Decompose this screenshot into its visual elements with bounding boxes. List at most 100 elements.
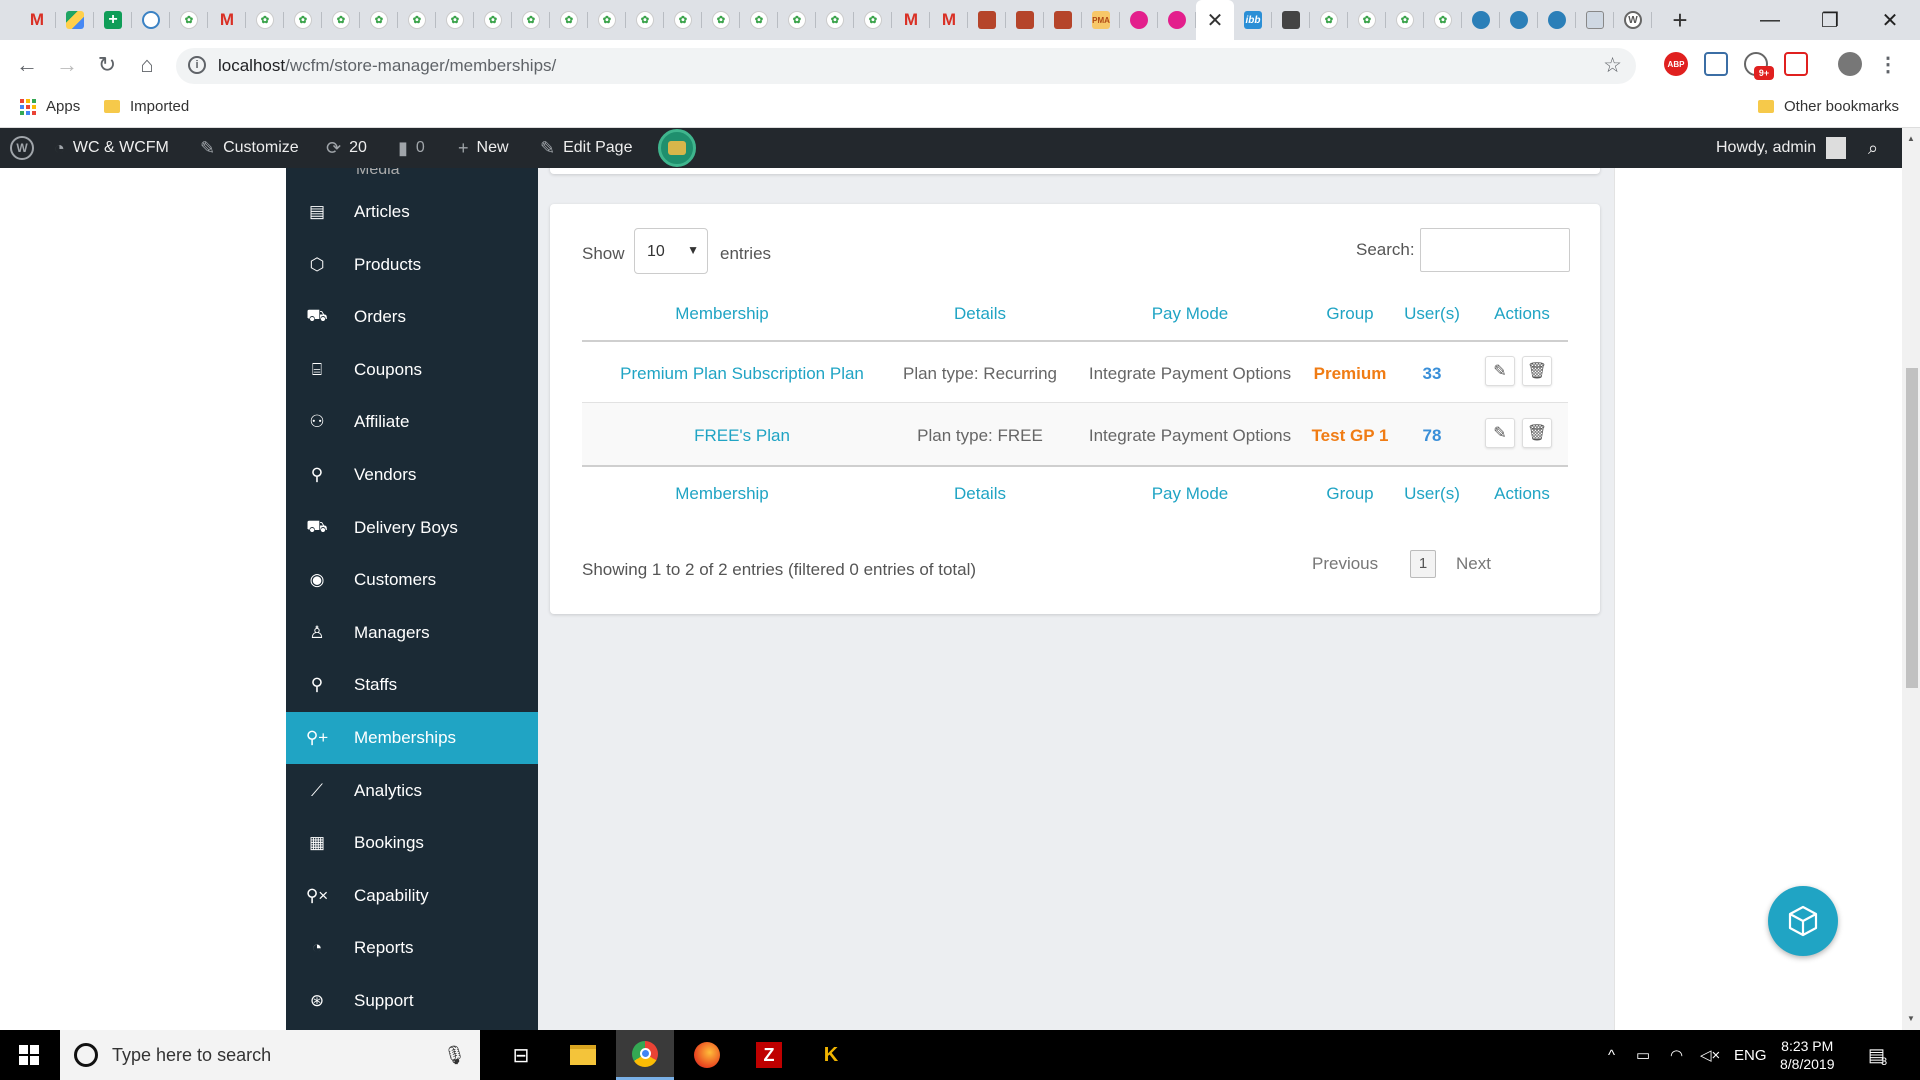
tab-globe[interactable] (1500, 0, 1538, 40)
tab-book[interactable] (1044, 0, 1082, 40)
tab-plant[interactable]: ✿ (664, 0, 702, 40)
sidebar-item-analytics[interactable]: ⟋ Analytics (286, 765, 538, 817)
my-account-menu[interactable]: Howdy, admin (1716, 128, 1847, 168)
new-tab-button[interactable]: + (1660, 0, 1700, 40)
tab-plant[interactable]: ✿ (398, 0, 436, 40)
floating-help-button[interactable] (1768, 886, 1838, 956)
action-center-icon[interactable]: ▤ 3 (1868, 1030, 1887, 1080)
bookmark-apps[interactable]: Apps (20, 98, 80, 115)
window-close-button[interactable]: ✕ (1860, 0, 1920, 40)
tab-gmail[interactable]: M (930, 0, 968, 40)
info-icon[interactable]: i (188, 56, 206, 74)
volume-muted-icon[interactable]: ◁× (1700, 1030, 1720, 1080)
tab-film[interactable] (1272, 0, 1310, 40)
wifi-icon[interactable]: ◠ (1670, 1030, 1683, 1080)
microphone-icon[interactable]: 🎙 (443, 1045, 466, 1066)
sidebar-item-staffs[interactable]: ⚲ Staffs (286, 659, 538, 711)
sidebar-item-vendors[interactable]: ⚲ Vendors (286, 449, 538, 501)
back-button[interactable]: ← (12, 50, 42, 80)
page-scrollbar[interactable]: ▲ ▼ (1902, 128, 1920, 1030)
tab-plant[interactable]: ✿ (816, 0, 854, 40)
tab-sheets[interactable]: + (94, 0, 132, 40)
minimize-button[interactable]: — (1740, 0, 1800, 40)
tab-book[interactable] (1006, 0, 1044, 40)
tab-plant[interactable]: ✿ (512, 0, 550, 40)
footer-pay-mode[interactable]: Pay Mode (1090, 484, 1290, 504)
sidebar-item-support[interactable]: ⊛ Support (286, 975, 538, 1027)
header-details[interactable]: Details (900, 304, 1060, 324)
tab-plant[interactable]: ✿ (284, 0, 322, 40)
membership-name-link[interactable]: FREE's Plan (582, 426, 902, 446)
membership-user-count[interactable]: 33 (1392, 364, 1472, 384)
address-bar[interactable]: i localhost/wcfm/store-manager/membershi… (176, 48, 1636, 84)
tab-plant[interactable]: ✿ (360, 0, 398, 40)
tab-wordpress[interactable]: W (1614, 0, 1652, 40)
sidebar-item-articles[interactable]: ▤ Articles (286, 186, 538, 238)
next-page-button[interactable]: Next (1456, 554, 1491, 574)
tab-globe[interactable] (1538, 0, 1576, 40)
forward-button[interactable]: → (52, 50, 82, 80)
tab-pink[interactable] (1158, 0, 1196, 40)
sidebar-item-coupons[interactable]: ⌸ Coupons (286, 344, 538, 396)
tab-gmail[interactable]: M (18, 0, 56, 40)
search-input[interactable] (1420, 228, 1570, 272)
updates-link[interactable]: ⟳ 20 (326, 128, 367, 168)
tab-plant[interactable]: ✿ (1424, 0, 1462, 40)
filezilla-taskbar-icon[interactable]: Z (740, 1030, 798, 1080)
other-bookmarks[interactable]: Other bookmarks (1758, 98, 1899, 115)
adblock-icon[interactable]: ABP (1664, 52, 1688, 76)
show-hidden-icons[interactable]: ^ (1608, 1030, 1615, 1080)
scroll-down-icon[interactable]: ▼ (1907, 1014, 1915, 1023)
scroll-up-icon[interactable]: ▲ (1907, 134, 1915, 143)
tab-plant[interactable]: ✿ (1348, 0, 1386, 40)
taskbar-search-box[interactable]: Type here to search 🎙 (60, 1030, 480, 1080)
pocket-icon[interactable] (1784, 52, 1808, 76)
page-number-button[interactable]: 1 (1410, 550, 1436, 578)
sidebar-item-products[interactable]: ⬡ Products (286, 239, 538, 291)
header-membership[interactable]: Membership (632, 304, 812, 324)
comments-link[interactable]: ▮ 0 (398, 128, 425, 168)
tab-plant[interactable]: ✿ (854, 0, 892, 40)
footer-users[interactable]: User(s) (1392, 484, 1472, 504)
home-button[interactable]: ⌂ (132, 50, 162, 80)
membership-user-count[interactable]: 78 (1392, 426, 1472, 446)
site-name-menu[interactable]: ◔ WC & WCFM (54, 128, 169, 168)
tab-plant[interactable]: ✿ (778, 0, 816, 40)
chrome-taskbar-icon[interactable] (616, 1030, 674, 1080)
tab-monitor[interactable] (1576, 0, 1614, 40)
edit-icon[interactable]: ✎ (1485, 418, 1515, 448)
sidebar-item-orders[interactable]: ⛟ Orders (286, 291, 538, 343)
sidebar-item-delivery-boys[interactable]: ⛟ Delivery Boys (286, 502, 538, 554)
trash-icon[interactable]: 🗑 (1522, 356, 1552, 386)
tab-gmail[interactable]: M (208, 0, 246, 40)
battery-icon[interactable]: ▭ (1636, 1030, 1650, 1080)
tab-plant[interactable]: ✿ (1386, 0, 1424, 40)
maximize-button[interactable]: ❐ (1800, 0, 1860, 40)
sidebar-item-capability[interactable]: ⚲× Capability (286, 870, 538, 922)
jetbrains-taskbar-icon[interactable]: K (802, 1030, 860, 1080)
sidebar-item-media-partial[interactable]: Media (286, 168, 538, 182)
membership-name-link[interactable]: Premium Plan Subscription Plan (582, 364, 902, 384)
tab-plant[interactable]: ✿ (588, 0, 626, 40)
tab-drive[interactable] (56, 0, 94, 40)
trash-icon[interactable]: 🗑 (1522, 418, 1552, 448)
screenshot-icon[interactable] (1704, 52, 1728, 76)
tab-plant[interactable]: ✿ (170, 0, 208, 40)
header-users[interactable]: User(s) (1392, 304, 1472, 324)
edit-page-link[interactable]: ✎ Edit Page (540, 128, 632, 168)
sidebar-item-customers[interactable]: ◉ Customers (286, 554, 538, 606)
tab-active-close[interactable]: ✕ (1196, 0, 1234, 40)
tab-pma[interactable]: PMA (1082, 0, 1120, 40)
tab-book[interactable] (968, 0, 1006, 40)
language-indicator[interactable]: ENG (1734, 1030, 1767, 1080)
bookmark-imported[interactable]: Imported (104, 98, 189, 115)
profile-avatar[interactable] (1838, 52, 1862, 76)
footer-group[interactable]: Group (1310, 484, 1390, 504)
sidebar-item-affiliate[interactable]: ⚇ Affiliate (286, 396, 538, 448)
wp-logo-menu[interactable]: W (10, 128, 34, 168)
tab-plant[interactable]: ✿ (702, 0, 740, 40)
tab-ibb[interactable]: ibb (1234, 0, 1272, 40)
footer-membership[interactable]: Membership (632, 484, 812, 504)
bookmark-star-icon[interactable]: ☆ (1603, 53, 1622, 78)
sidebar-item-bookings[interactable]: ▦ Bookings (286, 817, 538, 869)
